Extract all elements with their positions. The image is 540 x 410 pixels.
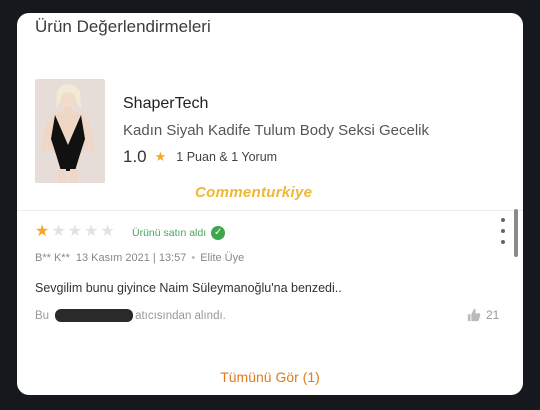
review-meta: B** K** 13 Kasım 2021 | 13:57 • Elite Üy… xyxy=(35,252,244,264)
purchased-badge: Ürünü satın aldı ✓ xyxy=(132,226,226,240)
seller-info: Bu atıcısından alındı. xyxy=(35,309,226,322)
review-date: 13 Kasım 2021 | 13:57 xyxy=(75,252,187,264)
see-all-button[interactable]: Tümünü Gör (1) xyxy=(17,369,523,385)
check-circle-icon: ✓ xyxy=(211,226,226,240)
separator-dot: • xyxy=(191,252,196,264)
product-name[interactable]: Kadın Siyah Kadife Tulum Body Seksi Gece… xyxy=(123,122,429,139)
product-image[interactable] xyxy=(35,79,105,183)
purchased-label: Ürünü satın aldı xyxy=(132,227,207,239)
divider xyxy=(17,210,523,211)
review-author: B** K** xyxy=(35,252,70,264)
redacted-seller-name xyxy=(55,309,134,322)
reviews-card: Ürün Değerlendirmeleri ShaperTech Kadın … xyxy=(17,13,523,395)
review-text: Sevgilim bunu giyince Naim Süleymanoğlu'… xyxy=(35,281,342,295)
star-icon: ★ xyxy=(154,149,167,164)
star-icon: ★ xyxy=(100,223,115,240)
product-photo-illustration xyxy=(35,79,105,183)
watermark: Commenturkiye xyxy=(195,184,313,201)
star-icon: ★ xyxy=(84,223,99,240)
product-brand[interactable]: ShaperTech xyxy=(123,95,208,113)
review-item: ★ ★ ★ ★ ★ Ürünü satın aldı ✓ B** K** 13 Kası… xyxy=(35,223,505,333)
review-stars: ★ ★ ★ ★ ★ xyxy=(35,223,117,241)
scrollbar[interactable] xyxy=(514,209,518,257)
member-badge: Elite Üye xyxy=(200,252,245,264)
seller-prefix: Bu xyxy=(35,309,50,322)
product-rating: 1.0 ★ 1 Puan & 1 Yorum xyxy=(123,147,277,167)
star-icon: ★ xyxy=(35,223,50,240)
rating-summary: 1 Puan & 1 Yorum xyxy=(176,150,278,164)
rating-score: 1.0 xyxy=(123,147,147,166)
like-button[interactable]: 21 xyxy=(467,308,499,322)
star-icon: ★ xyxy=(67,223,83,240)
section-title: Ürün Değerlendirmeleri xyxy=(35,17,211,36)
like-count: 21 xyxy=(486,308,500,322)
star-icon: ★ xyxy=(51,223,66,240)
seller-suffix: atıcısından alındı. xyxy=(135,309,226,322)
thumbs-up-icon xyxy=(467,308,481,322)
